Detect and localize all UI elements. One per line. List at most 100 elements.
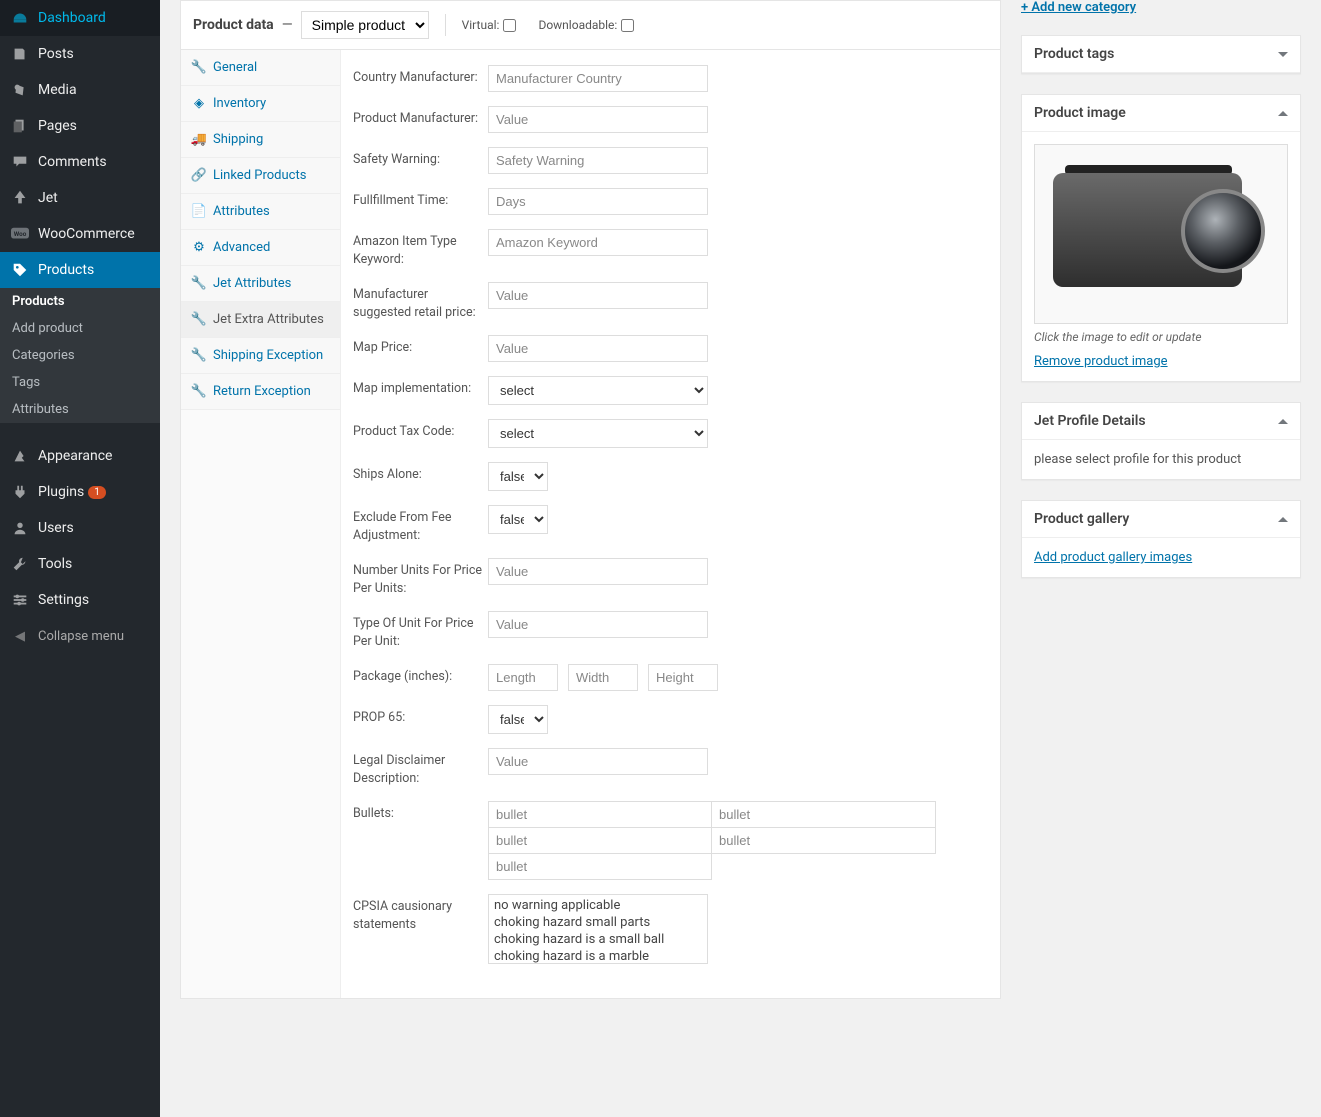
input-type-unit[interactable] [488, 611, 708, 638]
submenu-categories[interactable]: Categories [0, 342, 160, 369]
label-fulfillment-time: Fullfillment Time: [353, 188, 488, 210]
list-icon: ◈ [191, 96, 207, 111]
product-tags-header[interactable]: Product tags [1022, 36, 1300, 73]
menu-label: Pages [38, 118, 77, 134]
input-legal-disclaimer[interactable] [488, 748, 708, 775]
tab-shipping-exception[interactable]: 🔧Shipping Exception [181, 338, 340, 374]
tab-linked-products[interactable]: 🔗Linked Products [181, 158, 340, 194]
downloadable-label: Downloadable: [538, 18, 634, 32]
submenu-attributes[interactable]: Attributes [0, 396, 160, 423]
product-data-title: Product data [193, 17, 274, 33]
panel-content: Country Manufacturer: Product Manufactur… [341, 50, 1000, 998]
cpsia-option[interactable]: choking hazard is a marble [494, 949, 702, 964]
cpsia-multiselect[interactable]: no warning applicable choking hazard sma… [488, 894, 708, 964]
select-map-implementation[interactable]: select [488, 376, 708, 405]
input-country-manufacturer[interactable] [488, 65, 708, 92]
comments-icon [10, 152, 30, 172]
menu-label: Users [38, 520, 74, 536]
input-num-units[interactable] [488, 558, 708, 585]
menu-comments[interactable]: Comments [0, 144, 160, 180]
wrench-icon: 🔧 [191, 348, 207, 363]
virtual-label: Virtual: [462, 18, 517, 32]
menu-woocommerce[interactable]: WooWooCommerce [0, 216, 160, 252]
menu-pages[interactable]: Pages [0, 108, 160, 144]
input-package-height[interactable] [648, 664, 718, 691]
menu-products[interactable]: Products [0, 252, 160, 288]
label-amazon-keyword: Amazon Item Type Keyword: [353, 229, 488, 268]
tab-general[interactable]: 🔧General [181, 50, 340, 86]
menu-plugins[interactable]: Plugins1 [0, 474, 160, 510]
menu-jet[interactable]: Jet [0, 180, 160, 216]
tab-shipping[interactable]: 🚚Shipping [181, 122, 340, 158]
admin-sidebar: Dashboard Posts Media Pages Comments Jet… [0, 0, 160, 1117]
select-ships-alone[interactable]: false [488, 462, 548, 491]
tab-attributes[interactable]: 📄Attributes [181, 194, 340, 230]
tab-return-exception[interactable]: 🔧Return Exception [181, 374, 340, 410]
menu-media[interactable]: Media [0, 72, 160, 108]
input-safety-warning[interactable] [488, 147, 708, 174]
virtual-checkbox[interactable] [503, 19, 516, 32]
input-bullet-4[interactable] [712, 828, 936, 854]
input-msrp[interactable] [488, 282, 708, 309]
input-package-width[interactable] [568, 664, 638, 691]
jet-profile-header[interactable]: Jet Profile Details [1022, 403, 1300, 440]
product-image-box: Product image Click the image to edit or… [1021, 94, 1301, 382]
select-exclude-fee[interactable]: false [488, 505, 548, 534]
input-bullet-3[interactable] [488, 828, 712, 854]
label-ships-alone: Ships Alone: [353, 462, 488, 484]
menu-label: Dashboard [38, 10, 106, 26]
jet-profile-title: Jet Profile Details [1034, 413, 1146, 429]
downloadable-checkbox[interactable] [621, 19, 634, 32]
tab-inventory[interactable]: ◈Inventory [181, 86, 340, 122]
input-bullet-5[interactable] [488, 854, 712, 880]
menu-settings[interactable]: Settings [0, 582, 160, 618]
wrench-icon: 🔧 [191, 312, 207, 327]
input-amazon-keyword[interactable] [488, 229, 708, 256]
menu-tools[interactable]: Tools [0, 546, 160, 582]
jet-profile-text: please select profile for this product [1022, 440, 1300, 479]
product-image-header[interactable]: Product image [1022, 95, 1300, 132]
tab-jet-extra-attributes[interactable]: 🔧Jet Extra Attributes [181, 302, 340, 338]
pages-icon [10, 116, 30, 136]
cpsia-option[interactable]: choking hazard is a small ball [494, 932, 702, 949]
menu-label: Plugins [38, 484, 84, 500]
product-type-select[interactable]: Simple product [301, 11, 429, 39]
input-bullet-1[interactable] [488, 801, 712, 828]
submenu-products[interactable]: Products [0, 288, 160, 315]
link-icon: 🔗 [191, 168, 207, 183]
input-package-length[interactable] [488, 664, 558, 691]
menu-posts[interactable]: Posts [0, 36, 160, 72]
menu-label: Settings [38, 592, 89, 608]
input-product-manufacturer[interactable] [488, 106, 708, 133]
menu-label: Jet [38, 190, 58, 206]
tools-icon [10, 554, 30, 574]
submenu-add-product[interactable]: Add product [0, 315, 160, 342]
product-gallery-header[interactable]: Product gallery [1022, 501, 1300, 538]
input-fulfillment-time[interactable] [488, 188, 708, 215]
select-prop65[interactable]: false [488, 705, 548, 734]
submenu-tags[interactable]: Tags [0, 369, 160, 396]
tab-advanced[interactable]: ⚙Advanced [181, 230, 340, 266]
input-map-price[interactable] [488, 335, 708, 362]
chevron-up-icon [1278, 419, 1288, 424]
menu-label: WooCommerce [38, 226, 135, 242]
collapse-menu[interactable]: ◀Collapse menu [0, 618, 160, 654]
product-image-thumbnail[interactable] [1034, 144, 1288, 324]
add-new-category-link[interactable]: + Add new category [1021, 0, 1136, 15]
menu-users[interactable]: Users [0, 510, 160, 546]
select-tax-code[interactable]: select [488, 419, 708, 448]
menu-appearance[interactable]: Appearance [0, 438, 160, 474]
label-msrp: Manufacturer suggested retail price: [353, 282, 488, 321]
label-cpsia: CPSIA causionary statements [353, 894, 488, 933]
appearance-icon [10, 446, 30, 466]
menu-label: Media [38, 82, 77, 98]
users-icon [10, 518, 30, 538]
cpsia-option[interactable]: choking hazard small parts [494, 915, 702, 932]
add-gallery-images-link[interactable]: Add product gallery images [1034, 550, 1192, 565]
menu-label: Comments [38, 154, 107, 170]
menu-dashboard[interactable]: Dashboard [0, 0, 160, 36]
cpsia-option[interactable]: no warning applicable [494, 898, 702, 915]
tab-jet-attributes[interactable]: 🔧Jet Attributes [181, 266, 340, 302]
input-bullet-2[interactable] [712, 801, 936, 828]
remove-product-image-link[interactable]: Remove product image [1034, 354, 1168, 369]
